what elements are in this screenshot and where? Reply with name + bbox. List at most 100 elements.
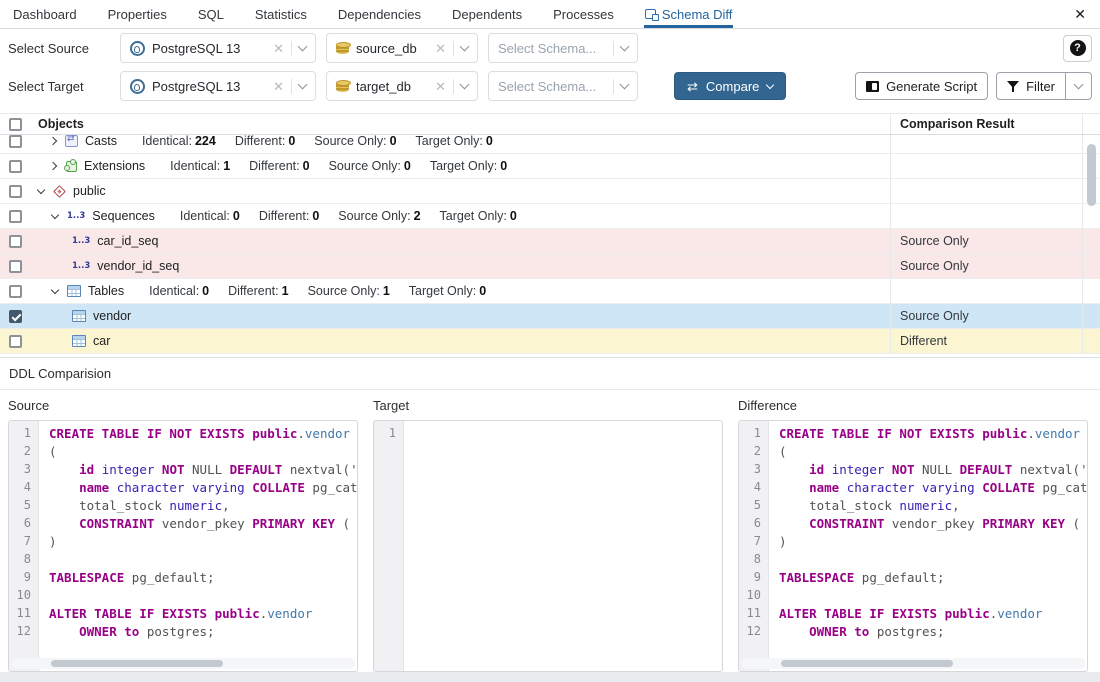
checkbox-cell: [0, 210, 30, 223]
row-checkbox[interactable]: [9, 260, 22, 273]
tab-properties[interactable]: Properties: [107, 0, 168, 28]
select-all-checkbox[interactable]: [9, 118, 22, 131]
code-line: TABLESPACE pg_default;: [779, 570, 1087, 588]
object-label: Extensions: [84, 159, 145, 173]
code-area[interactable]: CREATE TABLE IF NOT EXISTS public.vendor…: [39, 421, 357, 671]
target-server-select[interactable]: PostgreSQL 13 ✕: [120, 71, 316, 101]
chevron-down-icon[interactable]: [460, 42, 470, 52]
clear-icon[interactable]: ✕: [435, 42, 446, 55]
ddl-target-editor[interactable]: 1: [373, 420, 723, 672]
object-label: car_id_seq: [97, 234, 158, 248]
chevron-right-icon[interactable]: [49, 137, 57, 145]
chevron-down-icon[interactable]: [298, 42, 308, 52]
comparison-result-cell: [890, 279, 1082, 303]
stat-item: Identical:0: [149, 284, 209, 298]
ddl-difference-editor[interactable]: 123456789101112CREATE TABLE IF NOT EXIST…: [738, 420, 1088, 672]
help-button[interactable]: ?: [1063, 35, 1092, 62]
table-row[interactable]: TablesIdentical:0Different:1Source Only:…: [0, 279, 1100, 304]
postgresql-icon: [130, 41, 145, 56]
row-checkbox[interactable]: [9, 135, 22, 148]
ddl-source-editor[interactable]: 123456789101112CREATE TABLE IF NOT EXIST…: [8, 420, 358, 672]
close-panel-icon[interactable]: ✕: [1074, 6, 1100, 23]
table-row[interactable]: ExtensionsIdentical:1Different:0Source O…: [0, 154, 1100, 179]
clear-icon[interactable]: ✕: [273, 42, 284, 55]
chevron-down-icon[interactable]: [620, 42, 630, 52]
ddl-panel-headers: SourceTargetDifference: [0, 390, 1100, 420]
table-icon: [72, 335, 86, 347]
code-line: [779, 552, 1087, 570]
row-checkbox[interactable]: [9, 310, 22, 323]
table-icon: [67, 285, 81, 297]
schema-icon: [53, 185, 66, 198]
object-cell: ExtensionsIdentical:1Different:0Source O…: [30, 159, 890, 173]
compare-button[interactable]: ⇄ Compare: [674, 72, 786, 100]
tab-dependents[interactable]: Dependents: [451, 0, 523, 28]
chevron-down-icon[interactable]: [51, 285, 59, 293]
chevron-down-icon[interactable]: [620, 80, 630, 90]
ddl-comparison-section: DDL Comparision SourceTargetDifference 1…: [0, 357, 1100, 672]
object-cell: car_id_seq: [30, 234, 890, 248]
row-checkbox[interactable]: [9, 235, 22, 248]
row-checkbox[interactable]: [9, 285, 22, 298]
tab-schema-diff[interactable]: Schema Diff: [644, 0, 734, 28]
scrollbar-thumb[interactable]: [51, 660, 223, 667]
target-database-select[interactable]: target_db ✕: [326, 71, 478, 101]
stat-item: Target Only:0: [416, 135, 493, 148]
clear-icon[interactable]: ✕: [273, 80, 284, 93]
row-checkbox[interactable]: [9, 160, 22, 173]
table-row[interactable]: vendor_id_seqSource Only: [0, 254, 1100, 279]
code-line: [779, 588, 1087, 606]
line-number: 6: [739, 516, 768, 534]
filter-button[interactable]: Filter: [997, 73, 1065, 99]
row-checkbox[interactable]: [9, 185, 22, 198]
sequence-icon: [72, 261, 90, 271]
ddl-target-label: Target: [373, 398, 723, 413]
chevron-down-icon[interactable]: [37, 185, 45, 193]
table-body: CastsIdentical:224Different:0Source Only…: [0, 135, 1100, 354]
ddl-comparison-title: DDL Comparision: [0, 358, 1100, 390]
postgresql-icon: [130, 79, 145, 94]
filter-dropdown-button[interactable]: [1065, 73, 1091, 99]
target-schema-select[interactable]: Select Schema...: [488, 71, 638, 101]
stat-item: Different:0: [249, 159, 309, 173]
row-checkbox[interactable]: [9, 335, 22, 348]
code-area[interactable]: CREATE TABLE IF NOT EXISTS public.vendor…: [769, 421, 1087, 671]
table-row[interactable]: CastsIdentical:224Different:0Source Only…: [0, 135, 1100, 154]
generate-script-button[interactable]: Generate Script: [855, 72, 988, 100]
chevron-right-icon[interactable]: [49, 162, 57, 170]
source-database-select[interactable]: source_db ✕: [326, 33, 478, 63]
select-target-row: Select Target PostgreSQL 13 ✕ target_db …: [0, 67, 1100, 105]
object-cell: CastsIdentical:224Different:0Source Only…: [30, 135, 890, 148]
table-row[interactable]: vendorSource Only: [0, 304, 1100, 329]
scrollbar-thumb[interactable]: [781, 660, 953, 667]
chevron-down-icon[interactable]: [460, 80, 470, 90]
checkbox-cell: [0, 135, 30, 148]
vertical-scrollbar[interactable]: [1087, 144, 1096, 206]
scrollbar-gutter: [1082, 204, 1100, 228]
line-number: 8: [739, 552, 768, 570]
horizontal-scrollbar[interactable]: [11, 658, 355, 669]
object-label: Sequences: [92, 209, 155, 223]
source-server-select[interactable]: PostgreSQL 13 ✕: [120, 33, 316, 63]
comparison-result-cell: [890, 135, 1082, 153]
tab-processes[interactable]: Processes: [552, 0, 615, 28]
source-schema-select[interactable]: Select Schema...: [488, 33, 638, 63]
tab-statistics[interactable]: Statistics: [254, 0, 308, 28]
tab-dependencies[interactable]: Dependencies: [337, 0, 422, 28]
checkbox-cell: [0, 335, 30, 348]
clear-icon[interactable]: ✕: [435, 80, 446, 93]
tab-sql[interactable]: SQL: [197, 0, 225, 28]
chevron-down-icon[interactable]: [51, 210, 59, 218]
select-target-label: Select Target: [8, 79, 120, 94]
code-line: CREATE TABLE IF NOT EXISTS public.vendor: [49, 426, 357, 444]
chevron-down-icon[interactable]: [298, 80, 308, 90]
table-row[interactable]: SequencesIdentical:0Different:0Source On…: [0, 204, 1100, 229]
table-row[interactable]: public: [0, 179, 1100, 204]
table-row[interactable]: car_id_seqSource Only: [0, 229, 1100, 254]
horizontal-scrollbar[interactable]: [741, 658, 1085, 669]
tab-dashboard[interactable]: Dashboard: [12, 0, 78, 28]
row-checkbox[interactable]: [9, 210, 22, 223]
table-row[interactable]: carDifferent: [0, 329, 1100, 354]
code-area[interactable]: [404, 421, 722, 671]
filter-icon: [1007, 81, 1019, 92]
